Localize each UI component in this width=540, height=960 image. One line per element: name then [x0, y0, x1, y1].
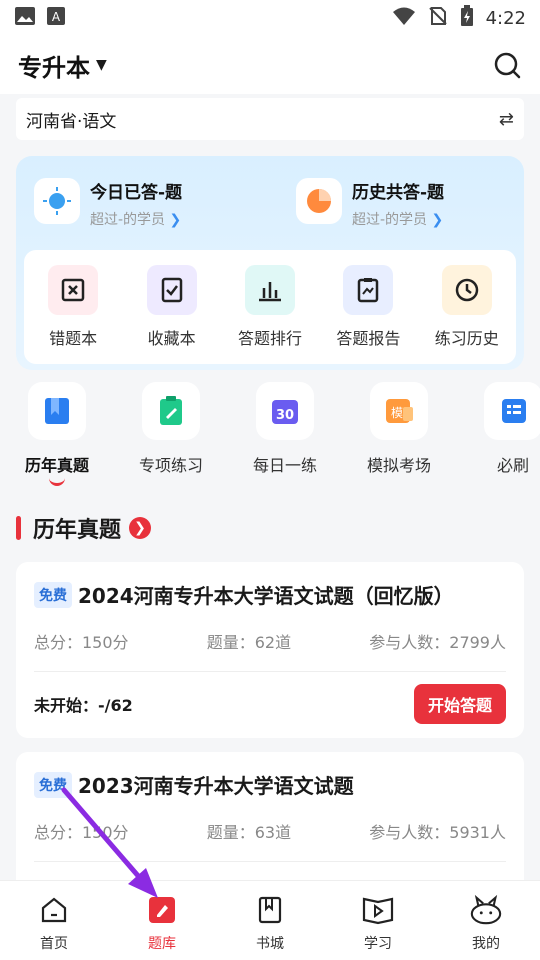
tab-label: 题库: [148, 936, 176, 952]
paper-score: 总分：150分: [34, 633, 129, 652]
question-bank-icon: [145, 893, 179, 927]
status-bar: A 4:22: [0, 0, 540, 36]
tab-label: 学习: [364, 936, 392, 952]
pie-chart-icon: [296, 178, 342, 224]
text-app-icon: A: [46, 6, 66, 30]
sun-icon: [34, 178, 80, 224]
tool-ranking[interactable]: 答题排行: [225, 265, 315, 349]
past-exams-icon: [28, 382, 86, 440]
selector-value: 河南省·语文: [26, 111, 117, 132]
today-answered: 今日已答-题: [90, 183, 183, 203]
start-answering-button[interactable]: 开始答题: [413, 684, 506, 724]
category-label: 每日一练: [252, 456, 317, 475]
history-answered: 历史共答-题: [352, 183, 445, 203]
paper-participants: 参与人数：5931人: [369, 823, 506, 842]
app-header: 专升本 ▼: [0, 36, 540, 94]
chevron-right-icon[interactable]: ❯: [129, 517, 152, 539]
province-subject-selector[interactable]: 河南省·语文 ⇄: [16, 98, 524, 140]
paper-status: 未开始：-/62: [34, 696, 133, 715]
stats-card: 今日已答-题 超过-的学员 ❯ 历史共答-题 超过-的学员 ❯ 错题本 收藏本: [16, 156, 524, 370]
favorites-icon: [146, 265, 197, 315]
bottom-tab-bar: 首页 题库 书城 学习 我的: [0, 880, 540, 960]
paper-count: 题量：62道: [206, 633, 292, 652]
bookstore-icon: [253, 893, 287, 927]
svg-text:模: 模: [391, 406, 403, 420]
tool-label: 练习历史: [434, 329, 499, 348]
section-title: 历年真题: [33, 518, 122, 543]
special-practice-icon: [142, 382, 200, 440]
category-must-do[interactable]: 必刷: [456, 382, 540, 494]
wifi-icon: [392, 6, 416, 31]
section-header[interactable]: 历年真题 ❯: [16, 512, 152, 544]
tool-label: 答题报告: [336, 329, 401, 348]
calendar-icon: 30: [256, 382, 314, 440]
tools-panel: 错题本 收藏本 答题排行 答题报告 练习历史: [24, 250, 516, 364]
paper-title: 2023河南专升本大学语文试题: [78, 774, 354, 798]
today-stat: 今日已答-题 超过-的学员 ❯: [34, 178, 182, 229]
section-accent-bar: [16, 516, 21, 540]
tool-history[interactable]: 练习历史: [422, 265, 512, 349]
search-icon[interactable]: [492, 50, 522, 80]
history-clock-icon: [441, 265, 492, 315]
tool-label: 答题排行: [237, 329, 302, 348]
tool-label: 错题本: [49, 329, 98, 348]
ranking-icon: [244, 265, 295, 315]
category-row: 历年真题 专项练习 30 每日一练 模 模拟考场 必刷: [0, 382, 540, 494]
tab-profile[interactable]: 我的: [432, 881, 540, 960]
svg-text:A: A: [52, 10, 61, 24]
category-label: 专项练习: [138, 456, 203, 475]
dropdown-caret-icon[interactable]: ▼: [96, 57, 107, 73]
no-sim-icon: [428, 6, 448, 31]
free-badge: 免费: [34, 581, 72, 608]
status-time: 4:22: [485, 7, 526, 29]
category-label: 历年真题: [24, 456, 89, 475]
study-video-icon: [361, 893, 395, 927]
today-rank: 超过-的学员 ❯: [90, 212, 182, 228]
category-mock-exam[interactable]: 模 模拟考场: [342, 382, 456, 494]
tab-label: 首页: [40, 936, 68, 952]
tab-label: 书城: [256, 936, 284, 952]
battery-icon: [460, 4, 474, 32]
history-stat: 历史共答-题 超过-的学员 ❯: [296, 178, 444, 229]
tab-question-bank[interactable]: 题库: [108, 881, 216, 960]
mock-exam-icon: 模: [370, 382, 428, 440]
paper-count: 题量：63道: [206, 823, 292, 842]
exam-type-title[interactable]: 专升本: [18, 48, 90, 83]
paper-card[interactable]: 免费 2024河南专升本大学语文试题（回忆版） 总分：150分 题量：62道 参…: [16, 562, 524, 738]
tab-label: 我的: [472, 936, 500, 952]
history-rank: 超过-的学员 ❯: [352, 212, 444, 228]
svg-text:30: 30: [276, 408, 294, 423]
paper-title: 2024河南专升本大学语文试题（回忆版）: [78, 584, 454, 608]
profile-mascot-icon: [469, 893, 503, 927]
category-label: 模拟考场: [366, 456, 431, 475]
active-indicator: [49, 478, 65, 486]
category-special-practice[interactable]: 专项练习: [114, 382, 228, 494]
tool-report[interactable]: 答题报告: [323, 265, 413, 349]
category-daily-practice[interactable]: 30 每日一练: [228, 382, 342, 494]
paper-score: 总分：150分: [34, 823, 129, 842]
swap-icon[interactable]: ⇄: [499, 109, 514, 130]
gallery-icon: [14, 6, 36, 30]
tab-home[interactable]: 首页: [0, 881, 108, 960]
tool-wrong-questions[interactable]: 错题本: [28, 265, 118, 349]
free-badge: 免费: [34, 771, 72, 798]
tab-study[interactable]: 学习: [324, 881, 432, 960]
paper-participants: 参与人数：2799人: [369, 633, 506, 652]
must-do-icon: [484, 382, 540, 440]
category-label: 必刷: [496, 456, 529, 475]
tab-bookstore[interactable]: 书城: [216, 881, 324, 960]
home-icon: [37, 893, 71, 927]
wrong-book-icon: [48, 265, 99, 315]
category-past-exams[interactable]: 历年真题: [0, 382, 114, 494]
tool-label: 收藏本: [147, 329, 196, 348]
tool-favorites[interactable]: 收藏本: [127, 265, 217, 349]
report-clipboard-icon: [343, 265, 394, 315]
